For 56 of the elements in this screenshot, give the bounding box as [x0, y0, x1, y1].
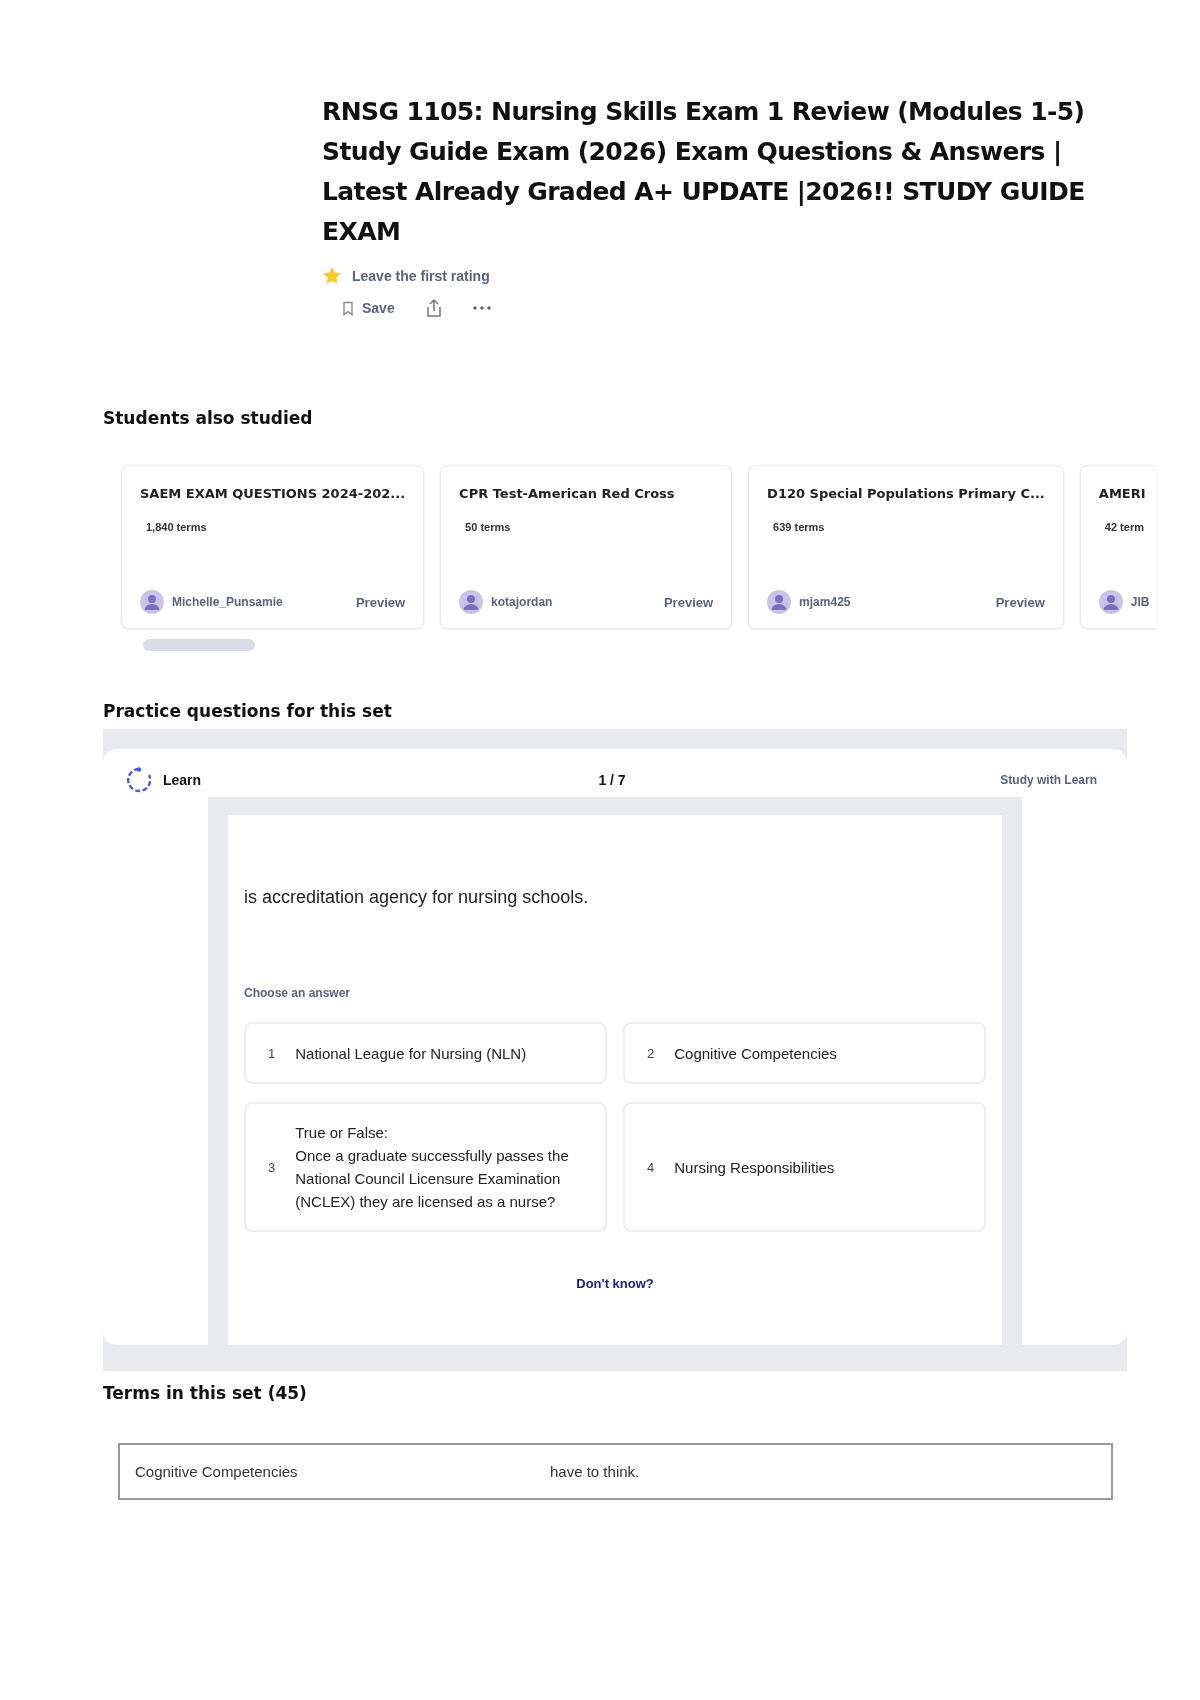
- section-heading: Students also studied: [103, 408, 314, 428]
- answer-option[interactable]: 2 Cognitive Competencies: [623, 1022, 986, 1084]
- term-count: 639 terms: [773, 521, 826, 533]
- option-text: Nursing Responsibilities: [674, 1157, 835, 1178]
- avatar-icon: [1098, 590, 1123, 614]
- avatar-icon: [459, 590, 484, 614]
- study-set-card[interactable]: CPR Test-American Red Cross 50 terms kotajordan Preview: [440, 465, 733, 629]
- progress-counter: 1 / 7: [598, 772, 626, 788]
- learn-icon: [127, 767, 151, 793]
- option-number: 2: [647, 1045, 655, 1061]
- term-count: 50 terms: [465, 521, 512, 533]
- bookmark-icon: [342, 300, 354, 316]
- more-icon: [472, 306, 491, 310]
- term-count: 42 term: [1104, 521, 1145, 533]
- more-button[interactable]: [470, 304, 493, 312]
- rating-prompt[interactable]: Leave the first rating: [352, 268, 490, 284]
- set-title: CPR Test-American Red Cross: [459, 486, 676, 501]
- study-set-card[interactable]: AMERI 42 term JIB: [1079, 465, 1156, 629]
- option-number: 3: [268, 1159, 276, 1175]
- avatar-icon: [140, 590, 164, 614]
- author-name[interactable]: mjam425: [799, 595, 851, 609]
- term-count: 1,840 terms: [146, 521, 208, 533]
- question-text: is accreditation agency for nursing schools.: [244, 887, 590, 908]
- option-text: True or False: Once a graduate successfully passes the National Council Licensure Examination (NCLEX) they are licensed as a nurse?: [295, 1123, 570, 1212]
- preview-link[interactable]: Preview: [995, 594, 1045, 610]
- study-set-card[interactable]: SAEM EXAM QUESTIONS 2024-202... 1,840 terms Michelle_Punsamie Preview: [121, 465, 425, 629]
- set-title: AMERI: [1098, 486, 1147, 501]
- study-link[interactable]: Study with Learn: [957, 773, 1097, 787]
- section-heading: Terms in this set (45): [103, 1383, 308, 1403]
- preview-link[interactable]: Preview: [663, 594, 714, 610]
- study-set-card[interactable]: D120 Special Populations Primary C... 639 terms mjam425 Preview: [748, 465, 1064, 629]
- answer-option[interactable]: 4 Nursing Responsibilities: [623, 1102, 986, 1232]
- avatar-icon: [767, 590, 792, 614]
- definition-text: have to think.: [550, 1463, 640, 1480]
- page-title: RNSG 1105: Nursing Skills Exam 1 Review (Modules 1-5) Study Guide Exam (2026) Exam Questions & Answers | Latest Already Graded A+ UPDATE |2026!! STUDY GUIDE EXAM: [322, 96, 1086, 248]
- dont-know-link[interactable]: Don't know?: [576, 1276, 654, 1291]
- author-name[interactable]: Michelle_Punsamie: [172, 595, 283, 609]
- set-title: SAEM EXAM QUESTIONS 2024-202...: [140, 486, 406, 501]
- section-heading: Practice questions for this set: [103, 701, 393, 721]
- mode-label: Learn: [163, 772, 202, 788]
- term-text: Cognitive Competencies: [135, 1463, 299, 1480]
- author-name[interactable]: JIB: [1130, 595, 1150, 609]
- option-text: National League for Nursing (NLN): [295, 1043, 527, 1064]
- star-icon: [322, 266, 342, 286]
- answer-option[interactable]: 1 National League for Nursing (NLN): [244, 1022, 607, 1084]
- option-number: 1: [268, 1045, 276, 1061]
- preview-link[interactable]: Preview: [355, 594, 406, 610]
- share-icon: [424, 298, 443, 318]
- save-button[interactable]: Save: [340, 298, 397, 318]
- answer-prompt: Choose an answer: [244, 986, 352, 1000]
- set-title: D120 Special Populations Primary C...: [767, 486, 1045, 501]
- answer-option[interactable]: 3 True or False: Once a graduate successfully passes the National Council Licensure Examination (NCLEX) they are licensed as a nurse?: [244, 1102, 607, 1232]
- option-number: 4: [647, 1159, 655, 1175]
- option-text: Cognitive Competencies: [674, 1043, 837, 1064]
- author-name[interactable]: kotajordan: [491, 595, 553, 609]
- scrollbar-thumb[interactable]: [143, 639, 255, 651]
